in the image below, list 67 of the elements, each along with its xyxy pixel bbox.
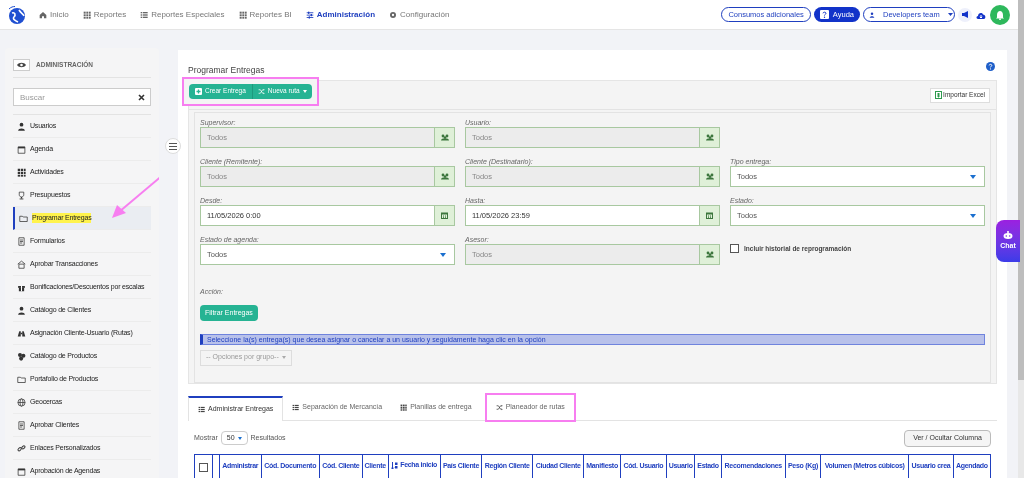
help-icon [986,61,995,71]
document-icon [17,420,26,430]
grid-icon [400,403,408,411]
caret-icon [440,252,446,257]
document-icon [17,236,26,246]
globe-logo-icon [7,4,27,25]
users-icon [440,134,449,141]
list-icon [292,403,300,411]
cloud-download-icon [976,10,986,19]
shuffle-icon [495,403,503,411]
nav-link[interactable]: Reportes BI [238,8,292,21]
caret-icon [970,213,976,218]
search-field[interactable]: Buscar [13,88,151,106]
building-icon [17,259,26,269]
megaphone-button[interactable] [958,7,972,22]
grid-icon [82,10,91,19]
caret-icon [947,12,953,17]
shuffle-icon [257,87,265,95]
gear-icon [389,10,397,19]
caret-icon [302,89,307,93]
caret-icon [281,356,286,359]
user-icon [869,11,875,18]
users-icon [705,134,714,141]
scrollbar[interactable] [1018,0,1024,478]
user-icon [17,121,26,131]
calendar-icon [17,144,26,154]
grid-icon [238,10,247,19]
spreadsheet-icon [935,91,943,99]
page-title: Programar Entregas [188,63,265,77]
help-icon [819,10,829,19]
nav-link[interactable]: Configuración [389,8,450,21]
sidebar-toggle-icon[interactable] [165,138,181,154]
users-icon [440,173,449,180]
visibility-toggle[interactable] [13,58,30,71]
users-icon [705,173,714,180]
link-icon [17,443,26,453]
folder-icon [19,213,28,223]
users-icon [705,251,714,258]
megaphone-icon [960,10,970,19]
eye-icon [17,61,26,68]
boxes-icon [17,351,26,361]
nav-link[interactable]: Reportes [82,8,127,21]
select-all-checkbox[interactable] [199,462,208,472]
calendar-icon [441,212,448,219]
user-icon [17,305,26,315]
sort-icon [391,462,399,470]
clear-icon [138,94,145,101]
folder-icon [17,374,26,384]
list-icon [140,10,149,19]
nav-link[interactable]: Administración [305,8,375,21]
robot-icon [1003,230,1013,239]
grid-icon [17,167,26,177]
nav-link[interactable]: Reportes Especiales [140,8,225,21]
globe-icon [17,397,26,407]
trophy-icon [17,190,26,200]
plus-square-icon [195,87,202,95]
caret-icon [237,436,242,440]
calendar-icon [17,466,26,476]
checkbox[interactable] [730,244,739,254]
caret-icon [970,174,976,179]
binoculars-icon [17,328,26,338]
home-icon [39,10,47,19]
calendar-icon [706,212,713,219]
nav-link[interactable]: Inicio [39,8,69,21]
bell-icon [995,9,1005,20]
sliders-icon [305,10,314,19]
list-icon [198,405,205,413]
